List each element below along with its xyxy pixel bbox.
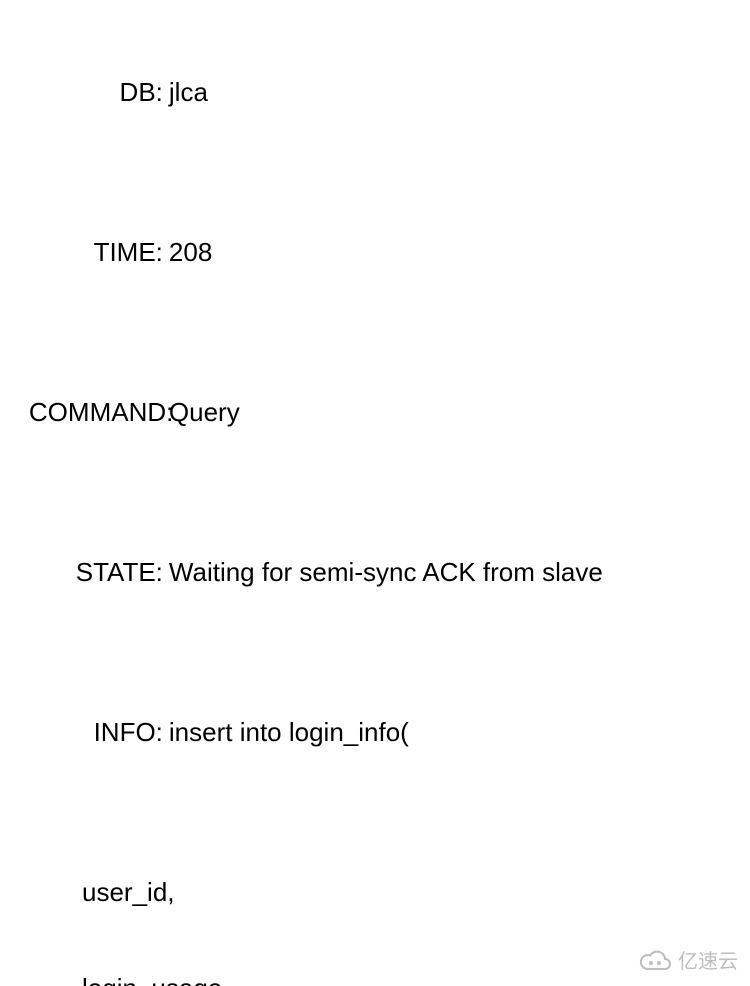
value-info: insert into login_info(: [169, 716, 409, 748]
watermark-text: 亿速云: [678, 946, 738, 978]
value-command: Query: [169, 396, 240, 428]
label-state: STATE:: [29, 556, 163, 588]
value-time: 208: [169, 236, 212, 268]
label-info: INFO:: [29, 716, 163, 748]
cloud-icon: [638, 950, 672, 974]
info-line: user_id,: [0, 876, 750, 908]
row-command: COMMAND:Query: [0, 364, 750, 460]
label-db: DB:: [29, 76, 163, 108]
label-command: COMMAND:: [29, 396, 163, 428]
watermark: 亿速云: [638, 946, 738, 978]
row-info: INFO:insert into login_info(: [0, 684, 750, 780]
row-db: DB:jlca: [0, 44, 750, 140]
row-state: STATE:Waiting for semi-sync ACK from sla…: [0, 524, 750, 620]
info-text: user_id,: [82, 877, 175, 907]
row-time: TIME:208: [0, 204, 750, 300]
value-db: jlca: [169, 76, 208, 108]
label-time: TIME:: [29, 236, 163, 268]
value-state: Waiting for semi-sync ACK from slave: [169, 556, 603, 588]
process-list-output: DB:jlca TIME:208 COMMAND:Query STATE:Wai…: [0, 0, 750, 986]
info-text: login_usage,: [82, 973, 229, 986]
